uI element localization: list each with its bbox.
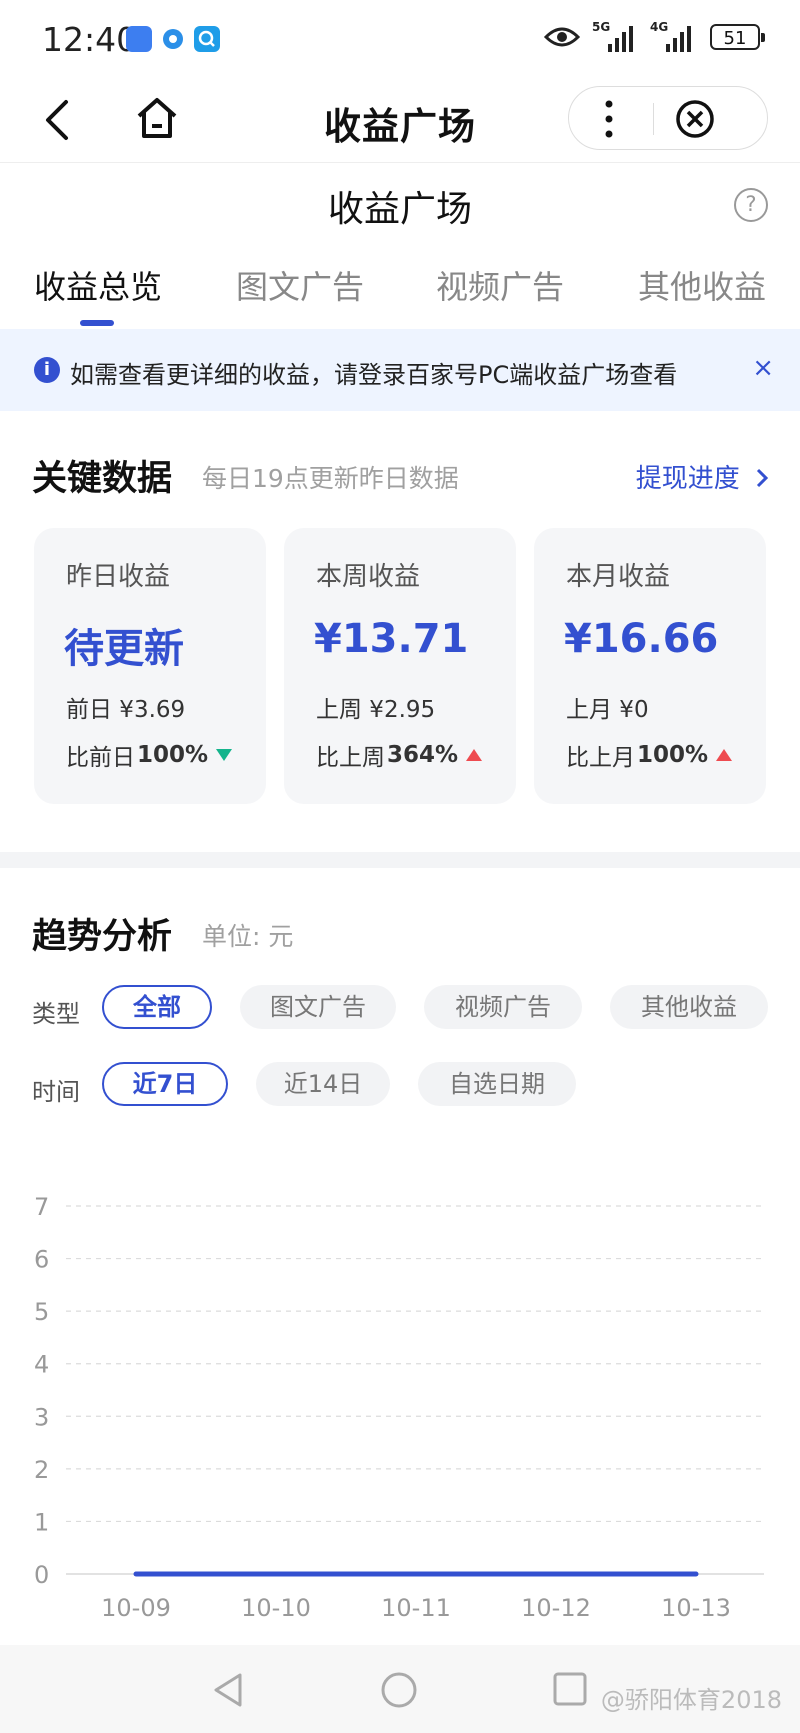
status-bar: 12:40 5G 4G 51 — [0, 0, 800, 80]
y-tick-label: 5 — [34, 1298, 49, 1326]
card-ratio: 比上周 364% — [316, 738, 483, 772]
card-ratio-value: 100% — [637, 742, 709, 768]
key-data-subtitle: 每日19点更新昨日数据 — [202, 464, 459, 493]
tab-image-ads[interactable]: 图文广告 — [236, 262, 364, 308]
type-chip-other[interactable]: 其他收益 — [610, 985, 768, 1029]
y-tick-label: 1 — [34, 1508, 49, 1536]
card-prev: 上月 ¥0 — [566, 697, 649, 723]
card-ratio-value: 364% — [387, 742, 459, 768]
x-tick-label: 10-10 — [241, 1594, 311, 1620]
close-icon[interactable] — [675, 99, 715, 139]
time-filter-label: 时间 — [32, 1078, 80, 1106]
info-icon: i — [34, 357, 60, 383]
notice-close-button[interactable]: × — [752, 353, 774, 383]
chevron-right-icon — [756, 468, 769, 488]
card-label: 本月收益 — [566, 562, 671, 592]
transfer-app-icon — [126, 26, 152, 52]
trend-down-icon — [216, 749, 233, 761]
more-icon[interactable] — [605, 99, 613, 139]
card-ratio-label: 比上周 — [316, 745, 385, 771]
status-time: 12:40 — [42, 20, 138, 59]
watermark-text: @骄阳体育2018 — [600, 1686, 782, 1714]
type-chip-image-ads[interactable]: 图文广告 — [240, 985, 396, 1029]
card-ratio-label: 比上月 — [566, 745, 635, 771]
tab-bar: 收益总览 图文广告 视频广告 其他收益 — [0, 262, 800, 328]
page-title: 收益广场 — [327, 189, 472, 230]
card-value: ¥13.71 — [314, 616, 469, 662]
x-tick-label: 10-09 — [101, 1594, 171, 1620]
month-income-card[interactable]: 本月收益 ¥16.66 上月 ¥0 比上月 100% — [534, 528, 766, 804]
card-label: 本周收益 — [316, 562, 421, 592]
notice-text: 如需查看更详细的收益，请登录百家号PC端收益广场查看 — [70, 361, 678, 389]
card-ratio: 比上月 100% — [566, 738, 733, 772]
withdraw-progress-link[interactable]: 提现进度 — [636, 458, 770, 495]
eye-icon — [544, 27, 580, 47]
x-tick-label: 10-12 — [521, 1594, 591, 1620]
time-chip-7d[interactable]: 近7日 — [102, 1062, 228, 1106]
time-chip-14d[interactable]: 近14日 — [256, 1062, 390, 1106]
card-label: 昨日收益 — [66, 562, 171, 592]
trend-title: 趋势分析 — [32, 917, 173, 957]
week-income-card[interactable]: 本周收益 ¥13.71 上周 ¥2.95 比上周 364% — [284, 528, 516, 804]
nav-back-icon[interactable] — [210, 1671, 246, 1709]
tab-video-ads[interactable]: 视频广告 — [436, 262, 564, 308]
tab-other-income[interactable]: 其他收益 — [638, 262, 766, 308]
income-trend-chart: 0 1 2 3 4 5 6 7 10-09 10-10 10-11 10-12 10-13 — [34, 1193, 764, 1620]
search-app-icon — [194, 26, 220, 52]
card-ratio: 比前日 100% — [66, 738, 233, 772]
y-tick-label: 2 — [34, 1456, 49, 1484]
tab-overview[interactable]: 收益总览 — [34, 262, 162, 308]
y-tick-label: 0 — [34, 1561, 49, 1589]
y-tick-label: 4 — [34, 1351, 49, 1379]
signal-5g-icon: 5G — [592, 20, 638, 52]
trend-unit: 单位: 元 — [202, 922, 294, 951]
notice-banner: i 如需查看更详细的收益，请登录百家号PC端收益广场查看 × — [0, 329, 800, 411]
nav-bar: 收益广场 — [0, 80, 800, 163]
yesterday-income-card[interactable]: 昨日收益 待更新 前日 ¥3.69 比前日 100% — [34, 528, 266, 804]
y-tick-label: 6 — [34, 1246, 49, 1274]
tab-indicator — [80, 320, 114, 326]
key-data-title: 关键数据 — [32, 459, 173, 499]
card-ratio-label: 比前日 — [66, 745, 135, 771]
section-divider — [0, 852, 800, 868]
y-tick-label: 3 — [34, 1403, 49, 1431]
card-value: ¥16.66 — [564, 616, 719, 662]
help-icon[interactable]: ? — [734, 188, 768, 222]
capsule-divider — [653, 103, 654, 135]
time-chip-custom[interactable]: 自选日期 — [418, 1062, 576, 1106]
card-prev: 前日 ¥3.69 — [66, 697, 186, 723]
trend-up-icon — [716, 749, 733, 761]
mini-program-capsule — [568, 86, 768, 150]
y-tick-label: 7 — [34, 1193, 49, 1221]
type-chip-video-ads[interactable]: 视频广告 — [424, 985, 582, 1029]
type-filter-label: 类型 — [32, 1000, 80, 1028]
system-nav-bar: @骄阳体育2018 — [0, 1645, 800, 1733]
nav-home-icon[interactable] — [380, 1671, 418, 1709]
card-value: 待更新 — [64, 626, 184, 672]
nav-recents-icon[interactable] — [552, 1671, 588, 1707]
x-tick-label: 10-11 — [381, 1594, 451, 1620]
card-prev: 上周 ¥2.95 — [316, 697, 436, 723]
battery-indicator: 51 — [710, 24, 765, 50]
trend-up-icon — [466, 749, 483, 761]
signal-4g-icon: 4G — [650, 20, 696, 52]
type-chip-all[interactable]: 全部 — [102, 985, 212, 1029]
card-ratio-value: 100% — [137, 742, 209, 768]
browser-app-icon — [160, 26, 186, 52]
withdraw-progress-label: 提现进度 — [635, 464, 740, 494]
x-tick-label: 10-13 — [661, 1594, 731, 1620]
